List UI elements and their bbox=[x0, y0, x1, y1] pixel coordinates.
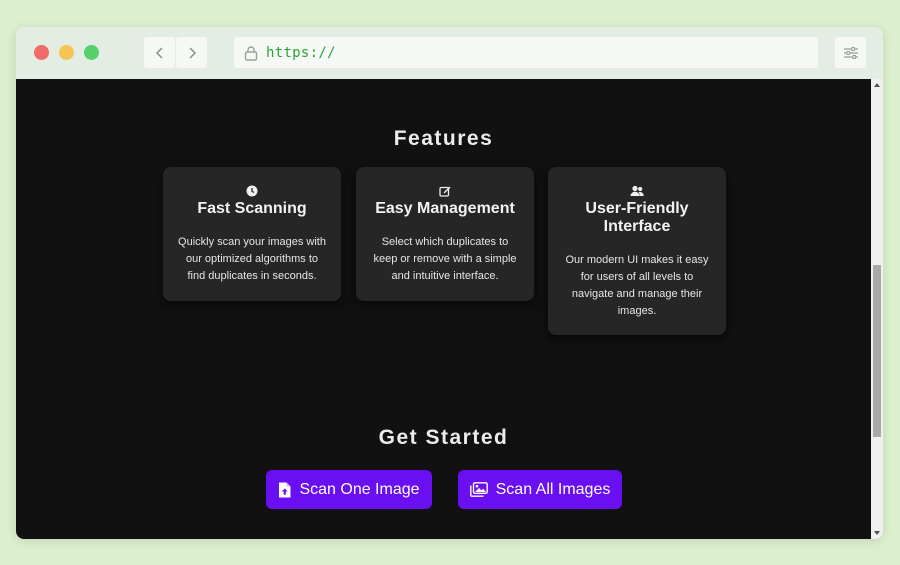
maximize-window-button[interactable] bbox=[84, 45, 99, 60]
browser-titlebar: https:// bbox=[16, 27, 883, 79]
scroll-down-arrow-icon[interactable] bbox=[874, 531, 880, 535]
file-upload-icon bbox=[278, 482, 291, 498]
back-chevron-icon bbox=[155, 46, 163, 59]
scrollbar-thumb[interactable] bbox=[873, 265, 881, 437]
page-content: Features Fast Scanning Quickly scan your… bbox=[16, 79, 871, 539]
forward-button[interactable] bbox=[176, 37, 207, 68]
feature-card-title: Easy Management bbox=[375, 200, 515, 217]
browser-window: https:// Features Fast Scanning Quickly … bbox=[16, 27, 883, 539]
images-icon bbox=[469, 482, 488, 497]
scan-one-image-label: Scan One Image bbox=[299, 480, 420, 498]
clock-icon bbox=[177, 185, 327, 197]
feature-card-text: Our modern UI makes it easy for users of… bbox=[565, 254, 709, 317]
edit-icon bbox=[370, 185, 520, 197]
feature-card-text: Select which duplicates to keep or remov… bbox=[373, 236, 517, 282]
features-title: Features bbox=[393, 127, 494, 150]
get-started-title: Get Started bbox=[378, 426, 509, 449]
feature-card-text: Quickly scan your images with our optimi… bbox=[178, 236, 326, 282]
close-window-button[interactable] bbox=[34, 45, 49, 60]
vertical-scrollbar[interactable] bbox=[871, 79, 883, 539]
feature-card-fast-scanning: Fast Scanning Quickly scan your images w… bbox=[163, 167, 341, 301]
scroll-up-arrow-icon[interactable] bbox=[874, 83, 880, 87]
feature-card-title: User-Friendly Interface bbox=[585, 200, 689, 235]
scan-all-images-button[interactable]: Scan All Images bbox=[458, 470, 622, 509]
address-bar[interactable]: https:// bbox=[234, 37, 818, 68]
feature-card-easy-management: Easy Management Select which duplicates … bbox=[356, 167, 534, 301]
forward-chevron-icon bbox=[188, 46, 196, 59]
scan-all-images-label: Scan All Images bbox=[495, 480, 611, 498]
feature-card-title: Fast Scanning bbox=[197, 200, 307, 217]
lock-icon bbox=[238, 37, 264, 68]
sliders-icon bbox=[843, 46, 858, 59]
address-url: https:// bbox=[266, 44, 336, 61]
back-button[interactable] bbox=[144, 37, 175, 68]
users-icon bbox=[562, 185, 712, 197]
scan-one-image-button[interactable]: Scan One Image bbox=[266, 470, 432, 509]
minimize-window-button[interactable] bbox=[59, 45, 74, 60]
feature-card-user-friendly: User-Friendly Interface Our modern UI ma… bbox=[548, 167, 726, 335]
browser-menu-button[interactable] bbox=[835, 37, 866, 68]
